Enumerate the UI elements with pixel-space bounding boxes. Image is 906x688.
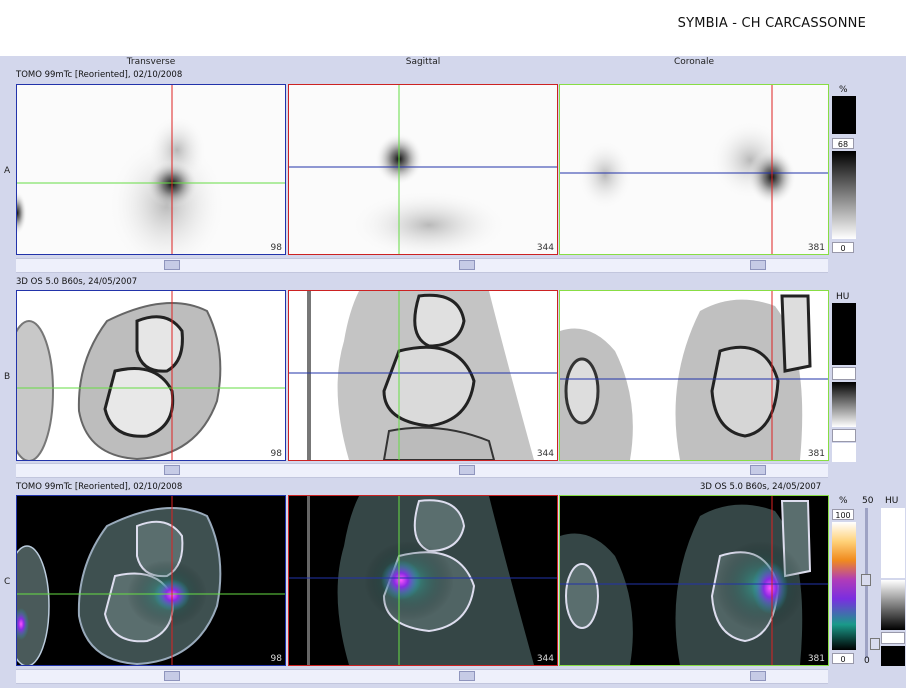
scroll-thumb-sagittal[interactable] <box>459 465 475 475</box>
colorbar-a-gradient <box>832 151 856 239</box>
colorbar-c2-gradient <box>881 580 905 630</box>
viewport-b-coronal[interactable]: 381 <box>559 290 829 461</box>
scroll-thumb-coronal[interactable] <box>750 671 766 681</box>
slice-number: 98 <box>270 243 282 253</box>
slice-number: 381 <box>807 243 825 253</box>
fusion-sagittal-image <box>289 496 557 665</box>
slice-number: 98 <box>270 449 282 459</box>
colorbar-b-top <box>832 303 856 365</box>
spect-sagittal-image <box>289 85 557 254</box>
blend-min-label: 0 <box>864 656 870 666</box>
viewport-c-sagittal[interactable]: 344 <box>288 495 558 666</box>
slice-number: 344 <box>536 243 554 253</box>
spect-transverse-image <box>17 85 285 254</box>
fusion-coronal-image <box>560 496 828 665</box>
viewport-c-transverse[interactable]: 98 <box>16 495 286 666</box>
column-header-coronal: Coronale <box>673 57 715 67</box>
viewport-b-transverse[interactable]: 98 <box>16 290 286 461</box>
row-c-label: C <box>4 577 11 587</box>
colorbar-c-max[interactable]: 100 <box>832 509 854 520</box>
scrollbar-row-a[interactable] <box>16 258 828 273</box>
colorbar-c-unit: % <box>839 496 848 506</box>
row-b-series-info: 3D OS 5.0 B60s, 24/05/2007 <box>16 277 138 287</box>
ct-coronal-image <box>560 291 828 460</box>
title-bar: SYMBIA - CH CARCASSONNE <box>0 0 906 56</box>
scroll-thumb-coronal[interactable] <box>750 260 766 270</box>
colorbar-b-upper-handle[interactable] <box>832 367 856 380</box>
scroll-thumb-coronal[interactable] <box>750 465 766 475</box>
viewport-b-sagittal[interactable]: 344 <box>288 290 558 461</box>
slice-number: 381 <box>807 654 825 664</box>
row-a-label: A <box>4 166 11 176</box>
blend-slider-knob-lower[interactable] <box>870 638 880 650</box>
scrollbar-row-c[interactable] <box>16 669 828 684</box>
row-c-fusion-info: 3D OS 5.0 B60s, 24/05/2007 <box>700 482 822 492</box>
scroll-thumb-transverse[interactable] <box>164 465 180 475</box>
column-header-sagittal: Sagittal <box>405 57 441 67</box>
row-c-series-info: TOMO 99mTc [Reoriented], 02/10/2008 <box>16 482 183 492</box>
blend-value-label: 50 <box>862 496 874 506</box>
viewport-a-sagittal[interactable]: 344 <box>288 84 558 255</box>
colorbar-c2-top <box>881 508 905 578</box>
scroll-thumb-sagittal[interactable] <box>459 260 475 270</box>
colorbar-a-min[interactable]: 0 <box>832 242 854 253</box>
app-title: SYMBIA - CH CARCASSONNE <box>677 16 866 31</box>
viewport-a-coronal[interactable]: 381 <box>559 84 829 255</box>
scroll-thumb-transverse[interactable] <box>164 671 180 681</box>
colorbar-c2-bottom <box>881 646 905 666</box>
row-b-label: B <box>4 372 11 382</box>
colorbar-b-gradient <box>832 382 856 427</box>
spect-coronal-image <box>560 85 828 254</box>
colorbar-b-unit: HU <box>836 292 850 302</box>
scrollbar-row-b[interactable] <box>16 463 828 478</box>
scroll-thumb-sagittal[interactable] <box>459 671 475 681</box>
colorbar-c2-handle[interactable] <box>881 632 905 644</box>
ct-transverse-image <box>17 291 285 460</box>
colorbar-c2-unit: HU <box>885 496 899 506</box>
slice-number: 344 <box>536 449 554 459</box>
slice-number: 381 <box>807 449 825 459</box>
fusion-transverse-image <box>17 496 285 665</box>
row-a-series-info: TOMO 99mTc [Reoriented], 02/10/2008 <box>16 70 183 80</box>
colorbar-b-bottom <box>832 443 856 462</box>
colorbar-a-max[interactable]: 68 <box>832 138 854 149</box>
colorbar-a-top <box>832 96 856 134</box>
viewport-a-transverse[interactable]: 98 <box>16 84 286 255</box>
viewport-c-coronal[interactable]: 381 <box>559 495 829 666</box>
slice-number: 98 <box>270 654 282 664</box>
colorbar-c-gradient <box>832 522 856 650</box>
scroll-thumb-transverse[interactable] <box>164 260 180 270</box>
colorbar-b-lower-handle[interactable] <box>832 429 856 442</box>
column-header-transverse: Transverse <box>126 57 176 67</box>
colorbar-a-unit: % <box>839 85 848 95</box>
blend-slider-knob[interactable] <box>861 574 871 586</box>
slice-number: 344 <box>536 654 554 664</box>
colorbar-c-min[interactable]: 0 <box>832 653 854 664</box>
ct-sagittal-image <box>289 291 557 460</box>
